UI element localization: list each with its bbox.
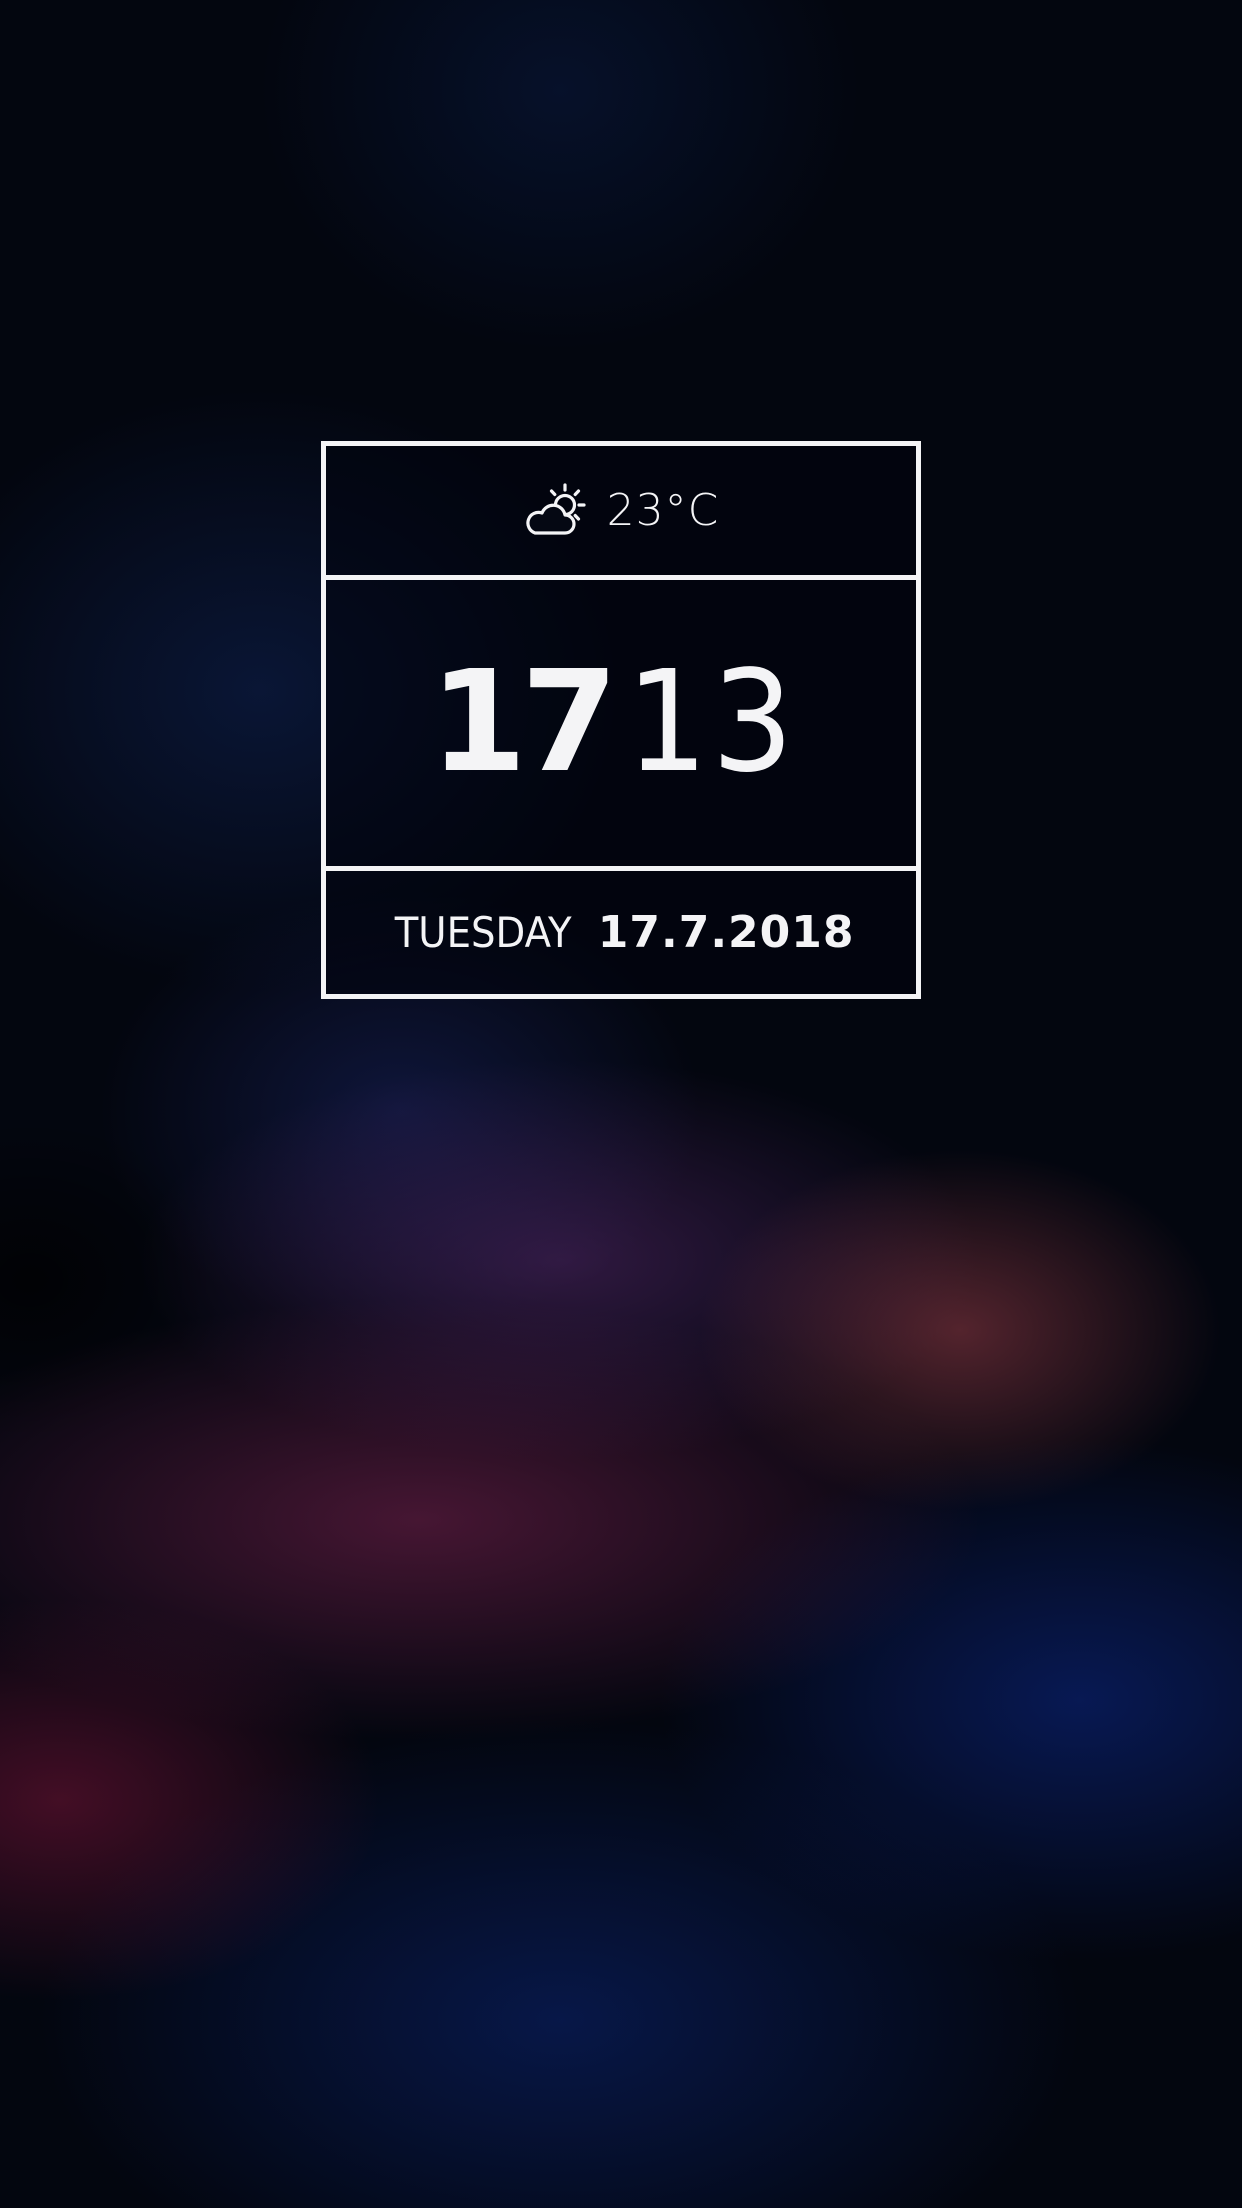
date-row: TUESDAY 17.7.2018 — [326, 871, 916, 994]
partly-cloudy-icon — [523, 481, 593, 541]
temperature-label: 23°C — [606, 485, 720, 536]
clock-weather-widget[interactable]: 23°C 17 13 TUESDAY 17.7.2018 — [321, 441, 921, 999]
weekday-label: TUESDAY — [395, 908, 573, 957]
date-label: 17.7.2018 — [597, 907, 855, 958]
weather-row: 23°C — [326, 446, 916, 575]
clock-hours: 17 — [429, 641, 619, 804]
clock-minutes: 13 — [626, 641, 798, 804]
clock-row: 17 13 — [326, 580, 916, 866]
